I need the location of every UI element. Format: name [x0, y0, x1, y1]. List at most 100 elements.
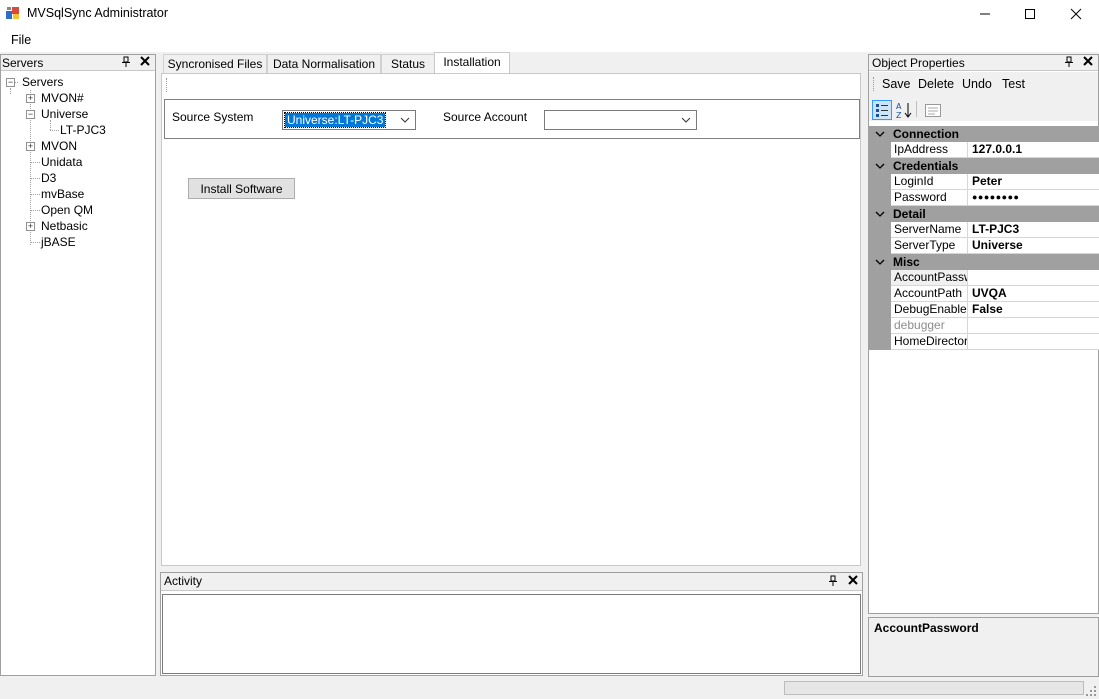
source-system-value: Universe:LT-PJC3	[283, 112, 387, 128]
close-panel-icon[interactable]	[847, 574, 859, 588]
prop-value[interactable]: UVQA	[968, 286, 1099, 302]
prop-loginid[interactable]: LoginId Peter	[869, 174, 1099, 190]
categorized-view-icon[interactable]	[872, 100, 892, 120]
prop-password[interactable]: Password ●●●●●●●●	[869, 190, 1099, 206]
tree-item-mvon-sharp[interactable]: MVON#	[41, 90, 84, 106]
minimize-button[interactable]	[962, 0, 1008, 28]
test-button[interactable]: Test	[1002, 77, 1025, 91]
install-software-button[interactable]: Install Software	[188, 178, 295, 199]
prop-name: DebugEnabled	[891, 302, 968, 318]
tree-line	[10, 88, 11, 94]
menu-bar: File	[0, 28, 1099, 52]
tree-collapse-icon[interactable]: −	[26, 110, 35, 119]
source-account-label: Source Account	[443, 110, 528, 124]
property-description-title: AccountPassword	[874, 621, 979, 635]
tree-expand-icon[interactable]: +	[26, 94, 35, 103]
tree-collapse-icon[interactable]: −	[6, 78, 15, 87]
tab-installation[interactable]: Installation	[434, 52, 510, 74]
minimize-icon	[980, 13, 990, 15]
tree-item-jbase[interactable]: jBASE	[41, 234, 76, 250]
servers-panel-header: Servers	[1, 55, 155, 71]
tree-item-lt-pjc3[interactable]: LT-PJC3	[60, 122, 106, 138]
close-panel-icon[interactable]	[1082, 55, 1094, 69]
close-window-button[interactable]	[1053, 0, 1099, 28]
tab-data-normalisation[interactable]: Data Normalisation	[267, 54, 381, 73]
maximize-icon	[1025, 9, 1035, 19]
window-title: MVSqlSync Administrator	[27, 6, 169, 20]
tree-expand-icon[interactable]: +	[26, 222, 35, 231]
prop-name: AccountPath	[891, 286, 968, 302]
prop-name: Password	[891, 190, 968, 206]
prop-name: debugger	[891, 318, 968, 334]
chevron-down-icon	[875, 211, 885, 217]
maximize-button[interactable]	[1007, 0, 1053, 28]
tree-item-d3[interactable]: D3	[41, 170, 56, 186]
prop-accountpassword[interactable]: AccountPassword	[869, 270, 1099, 286]
category-connection[interactable]: Connection	[869, 126, 1099, 142]
prop-servertype[interactable]: ServerType Universe	[869, 238, 1099, 254]
toolstrip-grip	[166, 78, 168, 92]
prop-value[interactable]	[968, 270, 1099, 286]
object-properties-panel: Object Properties Save Delete Undo Test …	[868, 54, 1099, 614]
delete-button[interactable]: Delete	[918, 77, 954, 91]
prop-value[interactable]: LT-PJC3	[968, 222, 1099, 238]
props-panel-header: Object Properties	[869, 55, 1098, 71]
menu-file[interactable]: File	[11, 33, 31, 47]
save-button[interactable]: Save	[882, 77, 911, 91]
tab-status[interactable]: Status	[381, 54, 435, 73]
prop-value[interactable]: Universe	[968, 238, 1099, 254]
source-account-select[interactable]	[544, 110, 697, 130]
pin-icon[interactable]	[827, 575, 839, 588]
prop-ipaddress[interactable]: IpAddress 127.0.0.1	[869, 142, 1099, 158]
tree-line	[31, 194, 40, 195]
category-misc[interactable]: Misc	[869, 254, 1099, 270]
tree-item-open-qm[interactable]: Open QM	[41, 202, 93, 218]
tree-line	[31, 178, 40, 179]
prop-name: HomeDirectory	[891, 334, 968, 350]
chevron-down-icon	[681, 117, 691, 123]
activity-log[interactable]	[162, 594, 861, 674]
tree-item-unidata[interactable]: Unidata	[41, 154, 82, 170]
tree-item-mvbase[interactable]: mvBase	[41, 186, 84, 202]
resize-grip-icon[interactable]	[1085, 685, 1097, 697]
pin-icon[interactable]	[120, 56, 132, 69]
prop-value[interactable]	[968, 318, 1099, 334]
property-pages-icon[interactable]	[923, 100, 943, 120]
prop-accountpath[interactable]: AccountPath UVQA	[869, 286, 1099, 302]
installation-tab-content: Source System Universe:LT-PJC3 Source Ac…	[161, 73, 861, 566]
tree-expand-icon[interactable]: +	[26, 142, 35, 151]
source-system-select[interactable]: Universe:LT-PJC3	[282, 110, 416, 130]
activity-panel-header: Activity	[161, 573, 862, 591]
prop-value[interactable]: ●●●●●●●●	[968, 190, 1099, 206]
tree-item-netbasic[interactable]: Netbasic	[41, 218, 88, 234]
sort-alphabetical-icon[interactable]: A Z	[894, 100, 914, 120]
prop-debugger[interactable]: debugger	[869, 318, 1099, 334]
prop-value[interactable]	[968, 334, 1099, 350]
undo-button[interactable]: Undo	[962, 77, 992, 91]
toolbar-separator	[916, 101, 917, 117]
prop-servername[interactable]: ServerName LT-PJC3	[869, 222, 1099, 238]
prop-value[interactable]: 127.0.0.1	[968, 142, 1099, 158]
prop-homedirectory[interactable]: HomeDirectory	[869, 334, 1099, 350]
pin-icon[interactable]	[1063, 56, 1075, 69]
activity-panel: Activity	[160, 572, 863, 676]
close-icon	[1070, 8, 1082, 20]
prop-value[interactable]: False	[968, 302, 1099, 318]
tree-line	[31, 242, 40, 243]
tree-item-mvon[interactable]: MVON	[41, 138, 77, 154]
category-detail[interactable]: Detail	[869, 206, 1099, 222]
status-bar	[0, 677, 1099, 699]
prop-debugenabled[interactable]: DebugEnabled False	[869, 302, 1099, 318]
tree-item-universe[interactable]: Universe	[41, 106, 88, 122]
tree-root-servers[interactable]: Servers	[22, 74, 63, 90]
prop-name: IpAddress	[891, 142, 968, 158]
source-account-value	[547, 113, 551, 127]
prop-value[interactable]: Peter	[968, 174, 1099, 190]
prop-name: LoginId	[891, 174, 968, 190]
category-credentials[interactable]: Credentials	[869, 158, 1099, 174]
tab-syncronised-files[interactable]: Syncronised Files	[163, 54, 267, 73]
prop-name: ServerName	[891, 222, 968, 238]
tree-line	[31, 162, 40, 163]
chevron-down-icon	[875, 163, 885, 169]
close-panel-icon[interactable]	[139, 55, 151, 69]
